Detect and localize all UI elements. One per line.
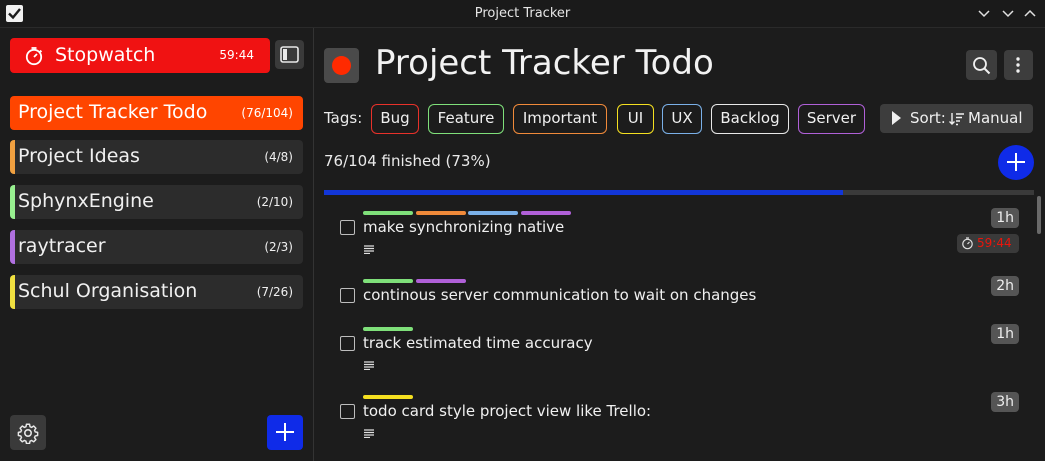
- note-lines-icon: [364, 245, 374, 254]
- todo-tag-bar: [363, 395, 413, 399]
- todo-tag-bar: [520, 211, 571, 215]
- tag-chip[interactable]: Server: [798, 104, 865, 134]
- search-button[interactable]: [966, 50, 997, 80]
- gear-icon: [17, 423, 39, 444]
- play-icon: [892, 111, 901, 125]
- sidebar-toggle-button[interactable]: [275, 40, 304, 69]
- todo-tag-bar: [415, 279, 466, 283]
- todo-timer-value: 59:44: [977, 236, 1012, 250]
- todo-text: continous server communication to wait o…: [363, 286, 757, 304]
- sidebar-project-item[interactable]: raytracer (2/3): [10, 230, 303, 264]
- sort-button[interactable]: Sort: Manual: [880, 104, 1033, 133]
- sidebar-project-item[interactable]: Schul Organisation (7/26): [10, 275, 303, 309]
- project-count: (2/10): [256, 195, 293, 209]
- estimate-badge: 2h: [991, 276, 1019, 296]
- todo-tag-bar: [468, 211, 518, 215]
- todo-text: todo card style project view like Trello…: [363, 402, 652, 420]
- tag-chip[interactable]: Feature: [428, 104, 504, 134]
- estimate-badge: 1h: [991, 324, 1019, 344]
- stopwatch-icon: [25, 47, 43, 66]
- tag-chip[interactable]: UX: [662, 104, 702, 134]
- estimate-badge: 1h: [991, 208, 1019, 228]
- page-title: Project Tracker Todo: [375, 43, 714, 83]
- tags-label: Tags:: [324, 109, 363, 127]
- stopwatch-label: Stopwatch: [55, 44, 156, 66]
- settings-button[interactable]: [10, 415, 46, 450]
- todo-text: track estimated time accuracy: [363, 334, 593, 352]
- record-button[interactable]: [324, 48, 359, 83]
- todo-tag-bar: [363, 327, 413, 331]
- project-name: Schul Organisation: [18, 280, 198, 302]
- todo-tag-bar: [363, 279, 413, 283]
- todo-checkbox[interactable]: [340, 404, 355, 419]
- more-menu-button[interactable]: [1004, 50, 1033, 80]
- project-name: Project Ideas: [18, 145, 140, 167]
- title-bar: Project Tracker: [0, 0, 1045, 28]
- sidebar-project-item[interactable]: Project Tracker Todo (76/104): [10, 96, 303, 130]
- main-panel: Project Tracker Todo Tags: Bug Feature Imp…: [315, 28, 1045, 461]
- sidebar-project-item[interactable]: SphynxEngine (2/10): [10, 185, 303, 219]
- progress-text: 76/104 finished (73%): [324, 152, 491, 170]
- estimate-badge: 3h: [991, 392, 1019, 412]
- sort-descending-icon: [949, 113, 964, 126]
- tag-chip[interactable]: UI: [617, 104, 654, 134]
- todo-tag-bar: [415, 211, 466, 215]
- plus-icon: [1007, 153, 1025, 171]
- stopwatch-button[interactable]: Stopwatch 59:44: [10, 38, 270, 73]
- project-count: (2/3): [264, 240, 293, 254]
- todo-tag-bar: [363, 211, 413, 215]
- project-name: SphynxEngine: [18, 190, 154, 212]
- sidebar: Stopwatch 59:44 Project Tracker Todo (76/…: [0, 28, 314, 461]
- project-color-bar: [10, 275, 15, 309]
- maximize-icon[interactable]: [1020, 4, 1040, 24]
- project-name: raytracer: [18, 235, 106, 257]
- add-project-button[interactable]: [267, 415, 303, 450]
- project-color-bar: [10, 140, 15, 174]
- progress-bar-fill: [324, 190, 844, 195]
- stopwatch-icon: [962, 237, 973, 250]
- project-color-bar: [10, 185, 15, 219]
- todo-timer-badge: 59:44: [957, 234, 1019, 253]
- project-count: (4/8): [264, 150, 293, 164]
- tag-chip[interactable]: Bug: [371, 104, 419, 134]
- todo-checkbox[interactable]: [340, 288, 355, 303]
- record-dot-icon: [332, 56, 351, 75]
- search-icon: [973, 57, 991, 75]
- todo-text: make synchronizing native: [363, 218, 565, 236]
- tag-chip[interactable]: Important: [513, 104, 607, 134]
- project-color-bar: [10, 230, 15, 264]
- scrollbar-thumb[interactable]: [1037, 196, 1041, 234]
- plus-icon: [276, 423, 294, 441]
- project-count: (76/104): [241, 106, 293, 120]
- minimize-icon[interactable]: [998, 4, 1018, 24]
- close-icon[interactable]: [974, 4, 994, 24]
- sort-label: Sort:: [910, 109, 946, 127]
- note-lines-icon: [364, 361, 374, 370]
- sidebar-panel-icon: [280, 46, 299, 63]
- note-lines-icon: [364, 429, 374, 438]
- window-title: Project Tracker: [474, 6, 571, 21]
- progress-bar: [324, 190, 1034, 195]
- add-todo-button[interactable]: [998, 145, 1034, 180]
- tag-chip[interactable]: Backlog: [711, 104, 789, 134]
- sort-value: Manual: [968, 109, 1023, 127]
- sidebar-project-item[interactable]: Project Ideas (4/8): [10, 140, 303, 174]
- todo-checkbox[interactable]: [340, 220, 355, 235]
- more-vertical-icon: [1016, 57, 1020, 73]
- project-count: (7/26): [256, 285, 293, 299]
- todo-checkbox[interactable]: [340, 336, 355, 351]
- project-name: Project Tracker Todo: [18, 101, 208, 123]
- stopwatch-time: 59:44: [219, 48, 254, 62]
